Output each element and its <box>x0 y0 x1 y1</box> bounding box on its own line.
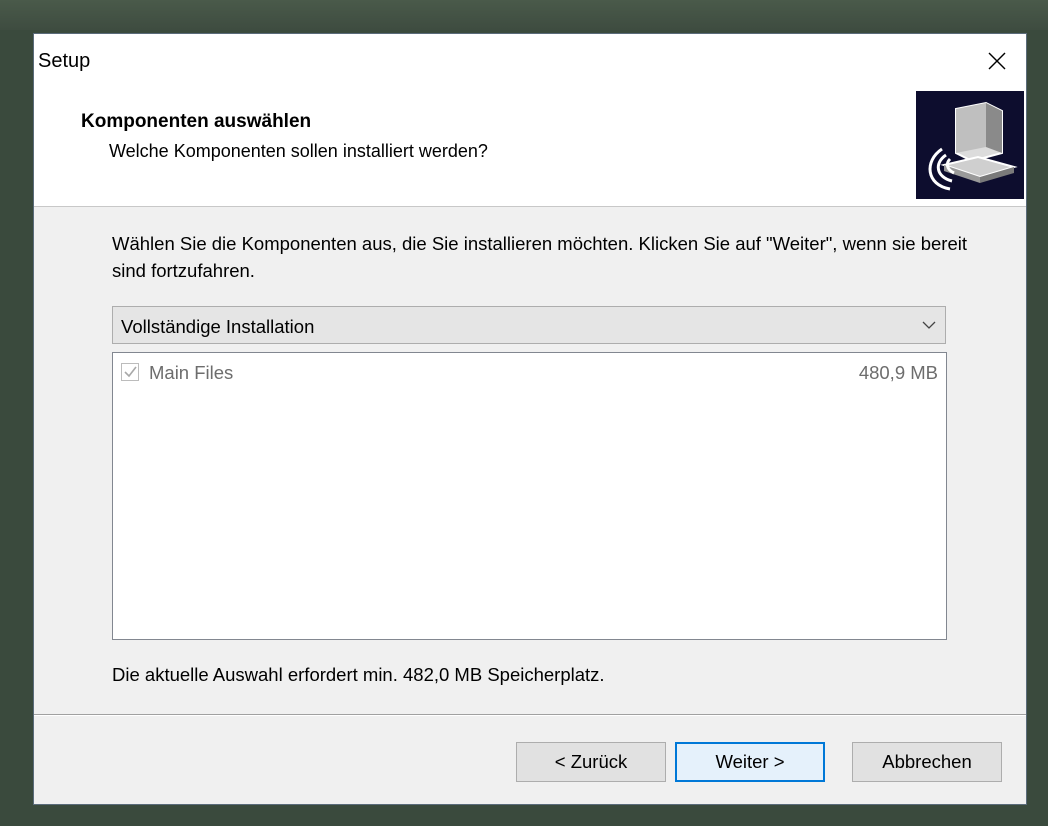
component-name: Main Files <box>149 362 234 383</box>
window-title: Setup <box>38 50 91 72</box>
setup-computer-icon <box>916 91 1024 199</box>
wizard-header: Komponenten auswählen Welche Komponenten… <box>34 87 1026 207</box>
title-bar: Setup <box>34 34 1026 87</box>
component-list[interactable]: Main Files 480,9 MB <box>112 352 947 640</box>
page-title: Komponenten auswählen <box>81 111 312 132</box>
installation-type-value: Vollständige Installation <box>121 316 315 337</box>
page-subtitle: Welche Komponenten sollen installiert we… <box>109 141 488 161</box>
close-button[interactable] <box>968 34 1026 87</box>
disk-space-status: Die aktuelle Auswahl erfordert min. 482,… <box>112 664 605 685</box>
cancel-button[interactable]: Abbrechen <box>852 742 1002 782</box>
back-button[interactable]: < Zurück <box>516 742 666 782</box>
component-size: 480,9 MB <box>858 362 938 383</box>
next-button[interactable]: Weiter > <box>675 742 825 782</box>
component-checkbox[interactable] <box>121 363 139 381</box>
checkmark-icon <box>124 366 137 378</box>
desktop-background <box>0 0 1048 30</box>
instructions-text: Wählen Sie die Komponenten aus, die Sie … <box>112 233 968 281</box>
list-item[interactable]: Main Files 480,9 MB <box>113 359 946 387</box>
close-icon <box>988 52 1006 69</box>
divider <box>34 714 1026 716</box>
setup-dialog: Setup Komponenten auswählen Welche Kompo… <box>33 33 1027 805</box>
installation-type-select[interactable]: Vollständige Installation <box>112 306 946 344</box>
chevron-down-icon <box>922 321 936 329</box>
